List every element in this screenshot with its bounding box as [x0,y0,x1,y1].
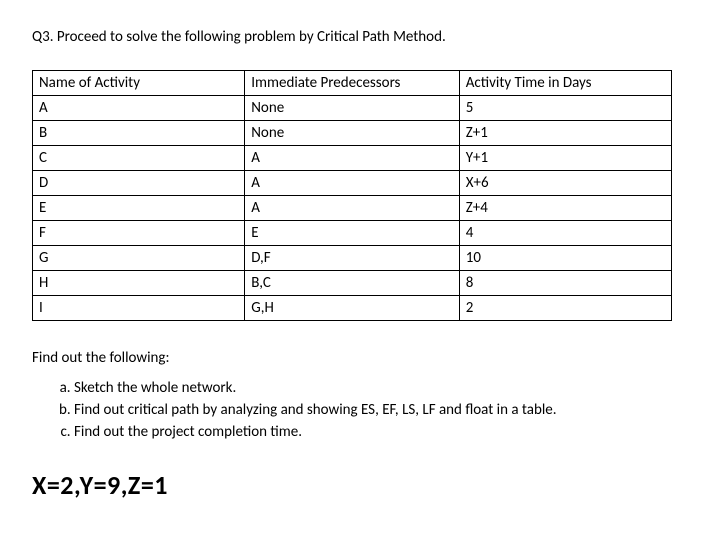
cell-pred: A [245,146,460,171]
cell-pred: E [245,221,460,246]
cell-pred: B,C [245,271,460,296]
cell-name: C [33,146,245,171]
subquestion-list: Sketch the whole network. Find out criti… [32,377,682,443]
table-row: F E 4 [33,221,672,246]
cell-name: I [33,296,245,321]
subquestion-item: Find out critical path by analyzing and … [74,399,682,421]
cell-name: B [33,121,245,146]
header-name: Name of Activity [33,71,245,96]
table-row: D A X+6 [33,171,672,196]
cell-name: H [33,271,245,296]
table-header-row: Name of Activity Immediate Predecessors … [33,71,672,96]
cell-name: A [33,96,245,121]
followup-label: Find out the following: [32,349,682,367]
subquestion-item: Sketch the whole network. [74,377,682,399]
table-row: C A Y+1 [33,146,672,171]
cell-name: G [33,246,245,271]
cell-time: 5 [459,96,671,121]
table-row: B None Z+1 [33,121,672,146]
cell-time: Y+1 [459,146,671,171]
question-title: Q3. Proceed to solve the following probl… [32,28,682,46]
cell-pred: A [245,171,460,196]
cell-time: Z+1 [459,121,671,146]
cell-pred: G,H [245,296,460,321]
cell-name: D [33,171,245,196]
cell-time: 8 [459,271,671,296]
cell-name: E [33,196,245,221]
cell-name: F [33,221,245,246]
cell-time: Z+4 [459,196,671,221]
cell-pred: D,F [245,246,460,271]
cell-pred: None [245,96,460,121]
table-row: I G,H 2 [33,296,672,321]
header-time: Activity Time in Days [459,71,671,96]
cell-time: 4 [459,221,671,246]
cell-time: 2 [459,296,671,321]
parameter-values: X=2,Y=9,Z=1 [32,469,682,501]
activity-table: Name of Activity Immediate Predecessors … [32,70,672,321]
table-row: H B,C 8 [33,271,672,296]
cell-pred: None [245,121,460,146]
subquestion-item: Find out the project completion time. [74,421,682,443]
header-pred: Immediate Predecessors [245,71,460,96]
table-row: G D,F 10 [33,246,672,271]
cell-time: 10 [459,246,671,271]
table-row: E A Z+4 [33,196,672,221]
cell-time: X+6 [459,171,671,196]
cell-pred: A [245,196,460,221]
table-row: A None 5 [33,96,672,121]
